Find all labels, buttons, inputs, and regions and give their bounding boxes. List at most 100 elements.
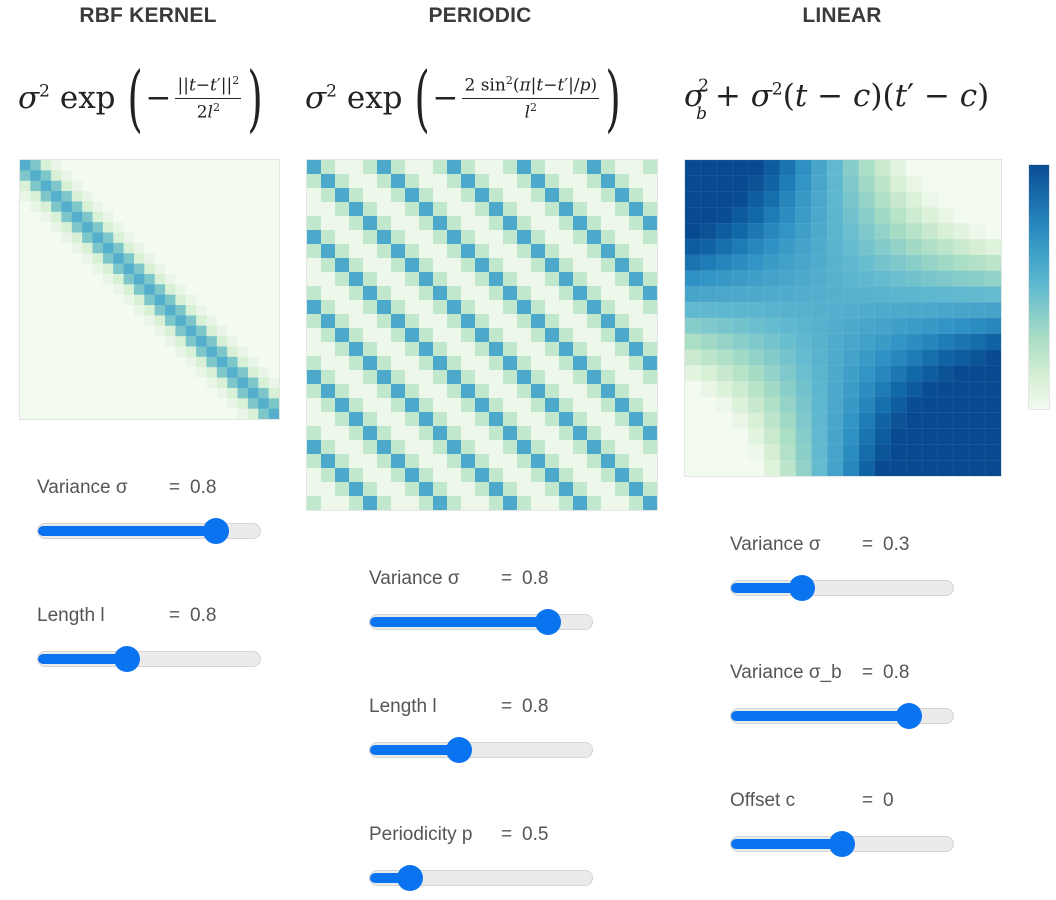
variance-slider[interactable] <box>37 518 261 544</box>
slider-knob[interactable] <box>113 646 140 672</box>
heatmap-cell <box>433 440 448 455</box>
heatmap-cell <box>615 496 630 510</box>
heatmap-cell <box>349 468 364 483</box>
heatmap-cell <box>874 380 892 398</box>
heatmap-cell <box>268 263 279 275</box>
heatmap-cell <box>237 284 249 296</box>
heatmap-cell <box>247 201 259 213</box>
heatmap-cell <box>154 160 166 171</box>
heatmap-cell <box>984 396 1001 414</box>
slider-knob[interactable] <box>445 737 472 763</box>
heatmap-cell <box>984 160 1001 177</box>
heatmap-cell <box>643 188 657 203</box>
heatmap-cell <box>489 244 504 259</box>
heatmap-cell <box>113 222 124 233</box>
heatmap-cell <box>154 180 166 192</box>
slider-knob[interactable] <box>829 831 855 857</box>
heatmap-cell <box>335 468 350 483</box>
heatmap-cell <box>102 222 114 233</box>
heatmap-cell <box>559 258 574 273</box>
slider-fill <box>731 839 842 849</box>
heatmap-cell <box>433 258 448 273</box>
heatmap-cell <box>461 496 476 510</box>
heatmap-cell <box>531 174 546 189</box>
heatmap-cell <box>545 258 560 273</box>
heatmap-cell <box>969 317 986 335</box>
heatmap-cell <box>363 174 378 189</box>
slider-knob[interactable] <box>789 575 816 601</box>
heatmap-cell <box>559 202 574 217</box>
heatmap-cell <box>685 444 702 461</box>
slider-knob[interactable] <box>895 703 922 729</box>
heatmap-cell <box>30 377 42 389</box>
heatmap-cell <box>349 244 364 259</box>
heatmap-cell <box>763 380 781 398</box>
heatmap-cell <box>133 160 145 171</box>
heatmap-cell <box>643 356 657 371</box>
heatmap-cell <box>545 342 560 357</box>
variance-slider[interactable] <box>730 575 954 601</box>
heatmap-cell <box>227 408 238 419</box>
heatmap-cell <box>795 396 813 414</box>
heatmap-cell <box>937 160 955 177</box>
heatmap-cell <box>165 242 176 254</box>
heatmap-cell <box>419 160 434 175</box>
heatmap-cell <box>905 270 923 288</box>
heatmap-cell <box>363 342 378 357</box>
heatmap-cell <box>216 367 228 378</box>
heatmap-cell <box>716 301 734 319</box>
offset-slider[interactable] <box>730 831 954 857</box>
heatmap-cell <box>475 370 490 385</box>
heatmap-cell <box>615 468 630 483</box>
heatmap-cell <box>461 356 476 371</box>
heatmap-cell <box>196 294 207 306</box>
heatmap-cell <box>20 346 31 358</box>
heatmap-cell <box>268 356 279 368</box>
heatmap-cell <box>475 286 490 301</box>
heatmap-cell <box>858 459 876 476</box>
heatmap-cell <box>969 191 986 209</box>
heatmap-cell <box>531 482 546 497</box>
length-slider[interactable] <box>369 737 593 763</box>
length-slider[interactable] <box>37 646 261 672</box>
heatmap-cell <box>890 222 907 240</box>
heatmap-cell <box>629 454 644 469</box>
heatmap-cell <box>842 270 860 288</box>
slider-knob[interactable] <box>396 865 423 891</box>
heatmap-cell <box>531 342 546 357</box>
slider-knob[interactable] <box>534 609 561 635</box>
heatmap-cell <box>321 426 336 441</box>
heatmap-cell <box>133 211 145 223</box>
heatmap-cell <box>811 301 828 319</box>
heatmap-cell <box>601 384 616 399</box>
heatmap-cell <box>391 468 406 483</box>
heatmap-cell <box>763 349 781 367</box>
heatmap-cell <box>601 398 616 413</box>
heatmap-cell <box>335 328 350 343</box>
heatmap-cell <box>858 428 876 446</box>
heatmap-periodic <box>306 159 658 511</box>
heatmap-cell <box>858 270 876 288</box>
periodicity-slider[interactable] <box>369 865 593 891</box>
heatmap-cell <box>795 349 813 367</box>
heatmap-cell <box>685 380 702 398</box>
heatmap-cell <box>102 315 114 327</box>
heatmap-cell <box>71 201 83 213</box>
heatmap-cell <box>20 222 31 233</box>
heatmap-cell <box>165 222 176 233</box>
slider-knob[interactable] <box>202 518 229 544</box>
heatmap-cell <box>71 305 83 316</box>
variance-slider[interactable] <box>369 609 593 635</box>
heatmap-cell <box>419 314 434 329</box>
heatmap-cell <box>984 301 1001 319</box>
heatmap-cell <box>643 244 657 259</box>
heatmap-cell <box>587 482 602 497</box>
heatmap-cell <box>433 398 448 413</box>
heatmap-cell <box>82 201 93 213</box>
heatmap-cell <box>447 412 462 427</box>
control-equals: = <box>169 477 181 498</box>
heatmap-cell <box>335 426 350 441</box>
heatmap-cell <box>349 314 364 329</box>
heatmap-cell <box>123 377 135 389</box>
variance-b-slider[interactable] <box>730 703 954 729</box>
